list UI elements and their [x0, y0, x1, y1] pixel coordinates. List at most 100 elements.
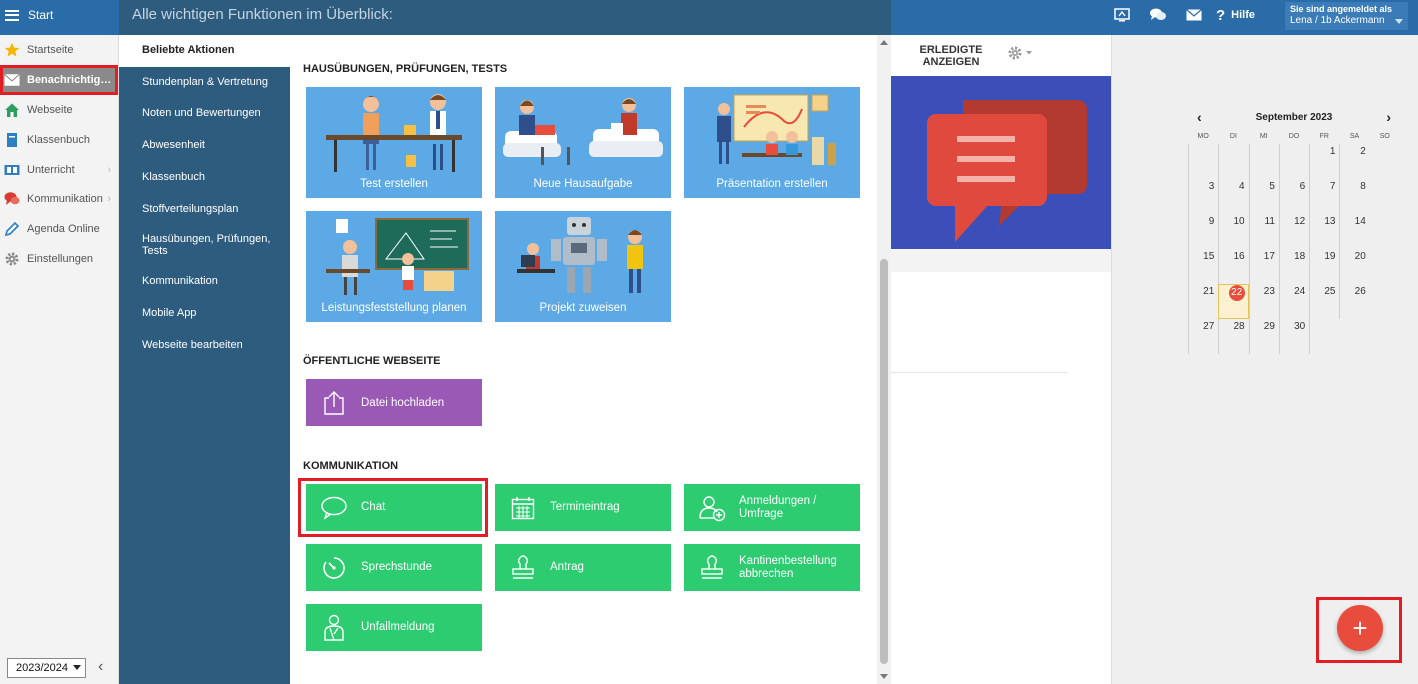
- calendar-day[interactable]: 12: [1278, 214, 1309, 249]
- calendar-day[interactable]: 6: [1278, 179, 1309, 214]
- tile-sprechstunde[interactable]: Sprechstunde: [306, 544, 482, 591]
- calendar-day[interactable]: 4: [1218, 179, 1248, 214]
- tile-praesentation-erstellen[interactable]: Präsentation erstellen: [684, 87, 860, 198]
- calendar-day[interactable]: 28: [1218, 319, 1248, 354]
- start-menu-button[interactable]: Start: [0, 0, 119, 30]
- calendar-day[interactable]: 2: [1339, 144, 1369, 179]
- category-webseite-bearbeiten[interactable]: Webseite bearbeiten: [119, 330, 290, 362]
- mail-icon[interactable]: [1176, 0, 1212, 30]
- category-stundenplan[interactable]: Stundenplan & Vertretung: [119, 67, 290, 99]
- tile-neue-hausaufgabe[interactable]: Neue Hausaufgabe: [495, 87, 671, 198]
- category-klassenbuch[interactable]: Klassenbuch: [119, 162, 290, 194]
- category-mobile-app[interactable]: Mobile App: [119, 298, 290, 330]
- tile-projekt-zuweisen[interactable]: Projekt zuweisen: [495, 211, 671, 322]
- sidebar-item-agenda-online[interactable]: Agenda Online: [0, 214, 118, 244]
- calendar-next-icon[interactable]: ›: [1386, 109, 1391, 125]
- category-stoffverteilungsplan[interactable]: Stoffverteilungsplan: [119, 193, 290, 225]
- sidebar-item-einstellungen[interactable]: Einstellungen: [0, 244, 118, 274]
- school-year-select[interactable]: 2023/2024: [7, 658, 86, 678]
- calendar-day[interactable]: 18: [1278, 249, 1309, 284]
- category-kommunikation[interactable]: Kommunikation: [119, 266, 290, 298]
- calendar-day[interactable]: 9: [1188, 214, 1218, 249]
- category-noten[interactable]: Noten und Bewertungen: [119, 98, 290, 130]
- screen-share-icon[interactable]: [1104, 0, 1140, 30]
- calendar-today-marker: 22: [1228, 285, 1245, 301]
- calendar-day[interactable]: 24: [1278, 284, 1309, 319]
- calendar-day[interactable]: 22: [1218, 284, 1249, 319]
- tile-test-erstellen[interactable]: Test erstellen: [306, 87, 482, 198]
- tile-unfallmeldung[interactable]: Unfallmeldung: [306, 604, 482, 651]
- calendar-day[interactable]: 20: [1339, 249, 1369, 284]
- user-menu[interactable]: Sie sind angemeldet als Lena / 1b Ackerm…: [1285, 2, 1408, 30]
- calendar-day[interactable]: 5: [1248, 179, 1279, 214]
- help-button[interactable]: ? Hilfe: [1216, 7, 1255, 24]
- category-list: Beliebte Aktionen Stundenplan & Vertretu…: [119, 35, 290, 361]
- scroll-up-icon[interactable]: [880, 40, 888, 45]
- tile-leistungsfeststellung-planen[interactable]: Leistungsfeststellung planen: [306, 211, 482, 322]
- calendar-day[interactable]: 11: [1248, 214, 1279, 249]
- tile-kantinenbestellung-abbrechen[interactable]: Kantinenbestellung abbrechen: [684, 544, 860, 591]
- sidebar-item-kommunikation[interactable]: Kommunikation ›: [0, 184, 118, 214]
- chevron-down-icon: [73, 665, 81, 670]
- sidebar-item-benachrichtigungen[interactable]: Benachrichtig…: [0, 65, 118, 96]
- collapse-sidebar-icon[interactable]: ‹: [98, 658, 103, 676]
- calendar-empty-cell: [1218, 144, 1248, 179]
- calendar-day[interactable]: 8: [1339, 179, 1369, 214]
- quick-actions-panel: Alle wichtigen Funktionen im Überblick: …: [119, 0, 891, 684]
- chat-bubbles-icon: [4, 191, 20, 207]
- scrollbar-thumb[interactable]: [880, 259, 888, 664]
- settings-gear-button[interactable]: [1007, 45, 1035, 64]
- calendar-empty-cell: [1188, 144, 1218, 179]
- calendar-day[interactable]: 29: [1248, 319, 1279, 354]
- chevron-right-icon: ›: [107, 193, 111, 206]
- calendar-weekday: DI: [1229, 133, 1237, 140]
- notification-hero-image: [891, 76, 1111, 249]
- calendar-day[interactable]: 14: [1339, 214, 1369, 249]
- calendar-day[interactable]: 3: [1188, 179, 1218, 214]
- panel-title: Alle wichtigen Funktionen im Überblick:: [132, 6, 393, 23]
- speech-bubbles-icon: [927, 100, 1087, 242]
- calendar-day[interactable]: 1: [1309, 144, 1339, 179]
- star-icon: [4, 42, 20, 58]
- sidebar-item-unterricht[interactable]: Unterricht ›: [0, 155, 118, 185]
- scroll-down-icon[interactable]: [880, 674, 888, 679]
- classroom-icon: [4, 162, 20, 178]
- sidebar-item-label: Startseite: [27, 44, 74, 57]
- calendar-day[interactable]: 10: [1218, 214, 1248, 249]
- tile-antrag[interactable]: Antrag: [495, 544, 671, 591]
- calendar-day[interactable]: 7: [1309, 179, 1339, 214]
- show-completed-button[interactable]: ERLEDIGTE ANZEIGEN: [919, 44, 983, 68]
- calendar-day[interactable]: 15: [1188, 249, 1218, 284]
- calendar-day[interactable]: 23: [1248, 284, 1279, 319]
- calendar-day[interactable]: 17: [1248, 249, 1279, 284]
- calendar-day[interactable]: 25: [1309, 284, 1339, 319]
- book-icon: [4, 132, 20, 148]
- tile-datei-hochladen[interactable]: Datei hochladen: [306, 379, 482, 426]
- chat-bubbles-icon[interactable]: [1140, 0, 1176, 30]
- tile-termineintrag[interactable]: Termineintrag: [495, 484, 671, 531]
- calendar-day[interactable]: 27: [1188, 319, 1218, 354]
- calendar-weekday: MI: [1259, 133, 1268, 140]
- calendar-day[interactable]: 26: [1339, 284, 1369, 319]
- upload-icon: [306, 379, 361, 426]
- calendar-day[interactable]: 30: [1278, 319, 1309, 354]
- category-hausuebungen[interactable]: Hausübungen, Prüfungen, Tests: [119, 225, 290, 266]
- sidebar-item-klassenbuch[interactable]: Klassenbuch: [0, 125, 118, 155]
- calendar-icon: [495, 484, 550, 531]
- calendar-day[interactable]: 16: [1218, 249, 1248, 284]
- tile-anmeldungen-umfrage[interactable]: Anmeldungen / Umfrage: [684, 484, 860, 531]
- sidebar-item-webseite[interactable]: Webseite: [0, 95, 118, 125]
- section-heading-homework: HAUSÜBUNGEN, PRÜFUNGEN, TESTS: [303, 63, 508, 75]
- category-beliebte-aktionen[interactable]: Beliebte Aktionen: [119, 35, 290, 67]
- sidebar-item-startseite[interactable]: Startseite: [0, 36, 118, 66]
- hamburger-icon: [5, 9, 19, 21]
- calendar-day[interactable]: 13: [1309, 214, 1339, 249]
- tile-label: Neue Hausaufgabe: [533, 178, 633, 190]
- calendar-prev-icon[interactable]: ‹: [1197, 109, 1202, 125]
- category-abwesenheit[interactable]: Abwesenheit: [119, 130, 290, 162]
- tile-label: Sprechstunde: [361, 561, 432, 574]
- panel-scrollbar[interactable]: [877, 35, 891, 684]
- calendar-day[interactable]: 21: [1188, 284, 1218, 319]
- add-button[interactable]: +: [1337, 605, 1383, 651]
- calendar-day[interactable]: 19: [1309, 249, 1339, 284]
